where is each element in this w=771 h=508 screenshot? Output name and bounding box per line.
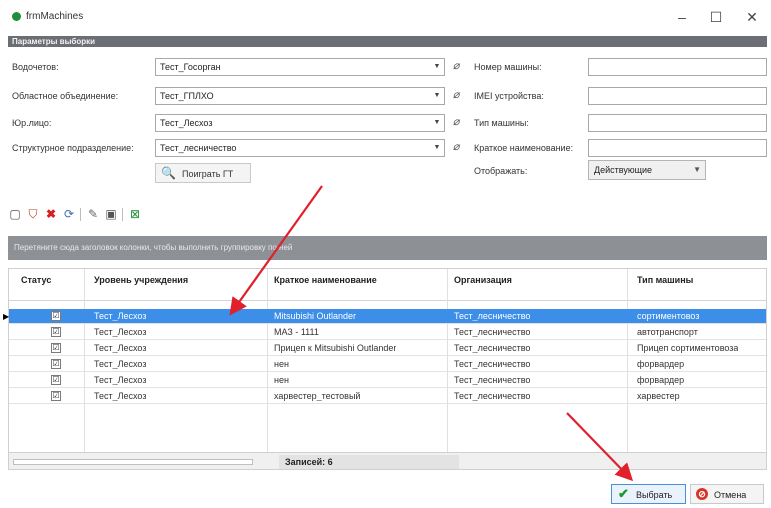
- annotation-arrow-row: [229, 185, 323, 316]
- annotation-arrows: [229, 185, 634, 482]
- annotation-arrow-select: [566, 412, 634, 482]
